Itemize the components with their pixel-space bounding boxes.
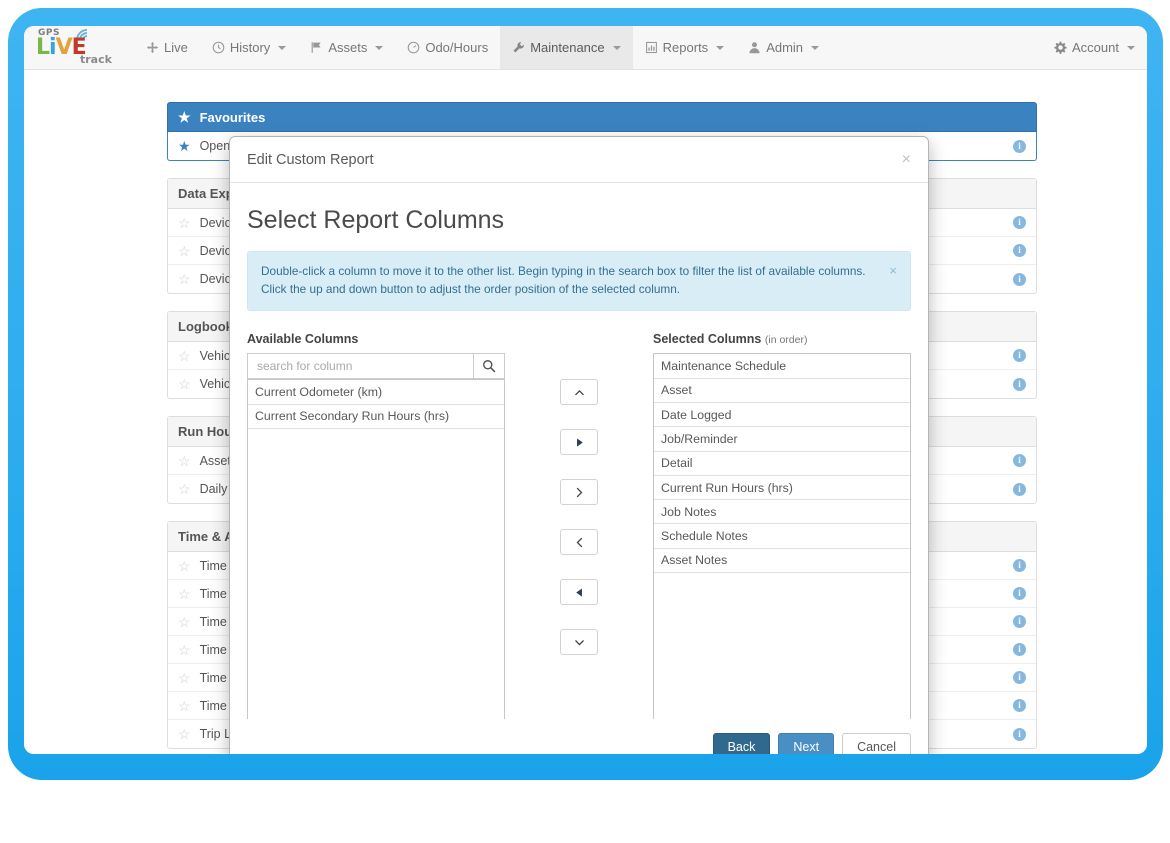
- column-transfer: Available Columns search for column Curr…: [247, 332, 912, 719]
- nav-item-label: Reports: [662, 40, 709, 55]
- nav-item-label: Account: [1072, 40, 1119, 55]
- logo-track-text: track: [80, 52, 112, 66]
- wrench-icon: [513, 42, 525, 53]
- selected-columns-sublabel: (in order): [764, 334, 808, 347]
- edit-custom-report-modal: Edit Custom Report × Select Report Colum…: [229, 136, 929, 754]
- chevron-down-icon: [278, 45, 287, 50]
- search-input[interactable]: [247, 353, 474, 380]
- transfer-buttons: [505, 332, 653, 719]
- nav-item-admin[interactable]: Admin: [736, 26, 831, 69]
- list-item[interactable]: Detail: [654, 452, 911, 476]
- available-columns-label: Available Columns: [247, 332, 359, 347]
- move-icon: [146, 41, 159, 54]
- modal-header: Edit Custom Report ×: [230, 137, 928, 183]
- page-title: Select Report Columns: [247, 206, 505, 234]
- nav-item-label: Maintenance: [530, 40, 605, 55]
- flag-icon: [311, 42, 321, 53]
- selected-columns-label: Selected Columns (in order): [653, 332, 911, 346]
- list-item[interactable]: Current Secondary Run Hours (hrs): [248, 405, 505, 429]
- clock-icon: [212, 41, 225, 54]
- nav-item-label: Live: [164, 40, 188, 55]
- move-up-button[interactable]: [560, 379, 598, 406]
- nav-item-label: Admin: [766, 40, 804, 55]
- list-item[interactable]: Job/Reminder: [654, 427, 911, 452]
- available-columns-pane: Available Columns search for column Curr…: [247, 332, 506, 719]
- chevron-right-icon: [576, 487, 582, 498]
- nav-item-live[interactable]: Live: [134, 26, 200, 69]
- info-alert: Double-click a column to move it to the …: [247, 251, 911, 312]
- list-item[interactable]: Schedule Notes: [654, 524, 911, 549]
- device-shadow: [20, 778, 1150, 838]
- nav-item-odo-hours[interactable]: Odo/Hours: [395, 26, 500, 69]
- report-icon: [645, 41, 657, 54]
- move-left-button[interactable]: [560, 529, 598, 556]
- nav-item-label: Assets: [328, 40, 368, 55]
- nav-item-account[interactable]: Account: [1042, 26, 1147, 69]
- move-all-left-button[interactable]: [560, 579, 598, 606]
- modal-footer: Back Next Cancel: [230, 719, 928, 754]
- chevron-down-icon: [574, 640, 584, 646]
- chevron-down-icon: [1127, 45, 1135, 50]
- logo-live-text: LiVE: [36, 34, 87, 60]
- alert-message: Double-click a column to move it to the …: [261, 264, 866, 296]
- back-button[interactable]: Back: [712, 733, 771, 754]
- list-item[interactable]: Current Odometer (km): [248, 380, 505, 405]
- nav-item-label: Odo/Hours: [425, 40, 489, 55]
- chevron-left-icon: [576, 537, 582, 548]
- gauge-icon: [408, 41, 420, 54]
- app-screen: GPS LiVE track Live History Assets Odo/H…: [24, 26, 1147, 754]
- nav-item-reports[interactable]: Reports: [633, 26, 737, 69]
- list-item[interactable]: Asset Notes: [654, 549, 911, 574]
- available-columns-list[interactable]: Current Odometer (km) Current Secondary …: [247, 379, 506, 719]
- main-navbar: GPS LiVE track Live History Assets Odo/H…: [24, 26, 1147, 70]
- list-item[interactable]: Job Notes: [654, 500, 911, 525]
- chevron-down-icon: [375, 45, 384, 50]
- chevron-down-icon: [612, 45, 621, 50]
- modal-backdrop: Edit Custom Report × Select Report Colum…: [24, 70, 1147, 754]
- modal-body: Select Report Columns Double-click a col…: [230, 183, 928, 719]
- alert-close-icon[interactable]: ×: [889, 263, 897, 298]
- list-item[interactable]: Date Logged: [654, 403, 911, 428]
- list-item[interactable]: Current Run Hours (hrs): [654, 476, 911, 501]
- gps-live-track-logo: GPS LiVE track: [36, 28, 128, 68]
- chevron-down-icon: [716, 45, 725, 50]
- nav-item-label: History: [229, 40, 271, 55]
- chevron-down-icon: [811, 45, 820, 50]
- nav-item-maintenance[interactable]: Maintenance: [500, 26, 633, 69]
- nav-item-assets[interactable]: Assets: [298, 26, 395, 69]
- nav-item-history[interactable]: History: [200, 26, 298, 69]
- page-body: ★ Favourites ★ Open M i Data Export ☆ De…: [24, 70, 1147, 754]
- selected-columns-title: Selected Columns: [653, 332, 762, 347]
- move-all-right-button[interactable]: [560, 429, 598, 456]
- list-item[interactable]: Asset: [654, 379, 911, 403]
- navbar-items: Live History Assets Odo/Hours Maintenanc…: [134, 26, 831, 69]
- gear-icon: [1054, 41, 1067, 54]
- selected-columns-list[interactable]: Maintenance Schedule Asset Date Logged J…: [653, 353, 912, 719]
- triangle-right-icon: [576, 438, 583, 447]
- modal-title: Edit Custom Report: [247, 151, 374, 168]
- move-down-button[interactable]: [560, 629, 598, 656]
- chevron-up-icon: [574, 389, 584, 396]
- move-right-button[interactable]: [560, 479, 598, 506]
- search-button[interactable]: [473, 353, 506, 380]
- close-icon[interactable]: ×: [902, 151, 911, 168]
- search-bar: [247, 353, 506, 380]
- next-button[interactable]: Next: [778, 733, 835, 754]
- device-frame: GPS LiVE track Live History Assets Odo/H…: [8, 8, 1163, 780]
- triangle-left-icon: [575, 588, 582, 597]
- brand-logo[interactable]: GPS LiVE track: [24, 26, 134, 69]
- search-icon: [483, 360, 496, 373]
- navbar-right: Account: [1042, 26, 1147, 69]
- list-item[interactable]: Maintenance Schedule: [654, 354, 911, 379]
- user-icon: [749, 42, 760, 54]
- cancel-button[interactable]: Cancel: [842, 733, 911, 754]
- selected-columns-pane: Selected Columns (in order) Maintenance …: [653, 332, 912, 719]
